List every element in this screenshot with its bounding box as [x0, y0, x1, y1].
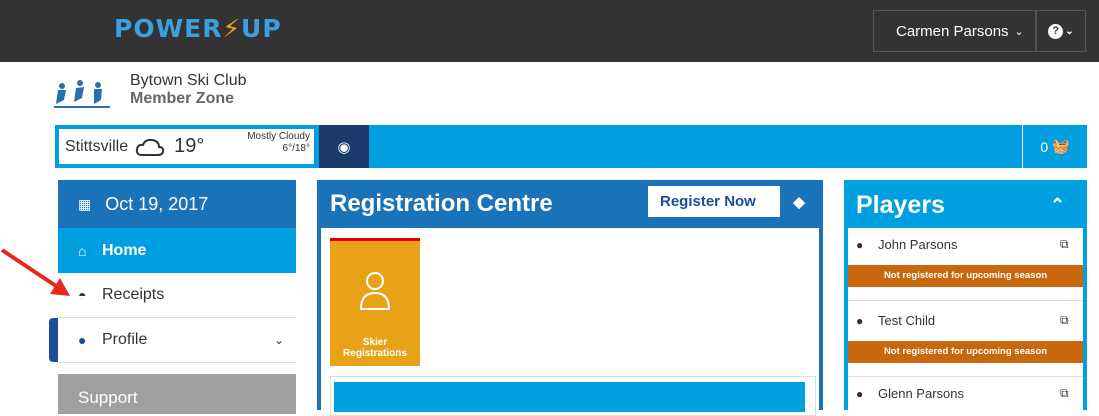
user-name: Carmen Parsons [896, 22, 1009, 40]
user-icon: ● [78, 332, 87, 348]
globe-icon: ◉ [337, 138, 351, 156]
register-now-button[interactable]: Register Now ◆ [648, 186, 818, 217]
player-name: Test Child [878, 313, 936, 328]
player-status: Not registered for upcoming season [848, 265, 1083, 287]
cart-button[interactable]: 0 🧺 [1022, 125, 1087, 168]
players-title: Players [856, 191, 945, 219]
cart-count: 0 [1040, 138, 1049, 155]
registration-inner-bar [334, 382, 805, 412]
edit-icon[interactable]: ⧉ [1060, 386, 1069, 401]
weather-temp: 19° [174, 135, 205, 157]
tile-label: Skier Registrations [343, 337, 407, 359]
skier-registrations-tile[interactable]: Skier Registrations [330, 238, 420, 366]
edit-icon[interactable]: ⧉ [1060, 313, 1069, 328]
powerup-logo[interactable]: POWER⚡UP [114, 14, 282, 43]
user-icon: ● [856, 386, 864, 401]
player-name-row: ● Glenn Parsons [856, 386, 964, 401]
logo-text-up: UP [241, 14, 282, 43]
chevron-down-icon: ⌄ [273, 333, 284, 347]
register-now-label: Register Now [660, 193, 756, 210]
cloud-icon [135, 138, 165, 156]
divider [848, 376, 1083, 377]
sidebar-item-label: Receipts [102, 286, 165, 303]
help-icon: ? [1048, 23, 1064, 39]
user-icon: ● [856, 237, 864, 252]
weather-range: 6°/18° [282, 143, 310, 154]
profile-accent [49, 318, 58, 362]
weather-widget: Stittsville 19° Mostly Cloudy 6°/18° [59, 129, 314, 164]
sidebar-item-profile[interactable]: ● Profile ⌄ [58, 318, 296, 363]
tag-icon: ◆ [780, 186, 818, 217]
sidebar-item-label: Profile [102, 331, 148, 348]
player-name-row: ● John Parsons [856, 237, 958, 252]
globe-button[interactable]: ◉ [319, 125, 369, 168]
divider [848, 300, 1083, 301]
club-name: Bytown Ski Club [130, 72, 247, 89]
ski-club-logo [54, 80, 110, 108]
skier-avatar-icon [359, 272, 391, 310]
player-name: John Parsons [878, 237, 958, 252]
registration-title: Registration Centre [330, 190, 553, 217]
support-section[interactable]: Support [58, 374, 296, 414]
weather-city: Stittsville [65, 137, 129, 155]
player-name-row: ● Test Child [856, 313, 935, 328]
weather-condition: Mostly Cloudy 6°/18° [232, 131, 310, 155]
red-arrow-annotation [0, 248, 70, 296]
current-date: Oct 19, 2017 [105, 193, 209, 214]
player-name: Glenn Parsons [878, 386, 964, 401]
chevron-up-icon[interactable]: ⌃ [1050, 195, 1065, 216]
chevron-down-icon: ⌄ [1014, 25, 1024, 38]
user-icon: ● [856, 313, 864, 328]
help-menu[interactable]: ? ⌄ [1036, 10, 1086, 52]
basket-icon: 🧺 [1052, 138, 1070, 154]
player-status: Not registered for upcoming season [848, 341, 1083, 363]
chevron-down-icon: ⌄ [1065, 25, 1074, 37]
member-zone-label: Member Zone [130, 90, 235, 107]
lightning-bolt-icon: ⚡ [222, 14, 242, 43]
weather-condition-text: Mostly Cloudy [247, 131, 310, 142]
logo-text-power: POWER [114, 14, 223, 43]
edit-icon[interactable]: ⧉ [1060, 237, 1069, 252]
user-menu[interactable]: Carmen Parsons ⌄ [873, 10, 1036, 52]
